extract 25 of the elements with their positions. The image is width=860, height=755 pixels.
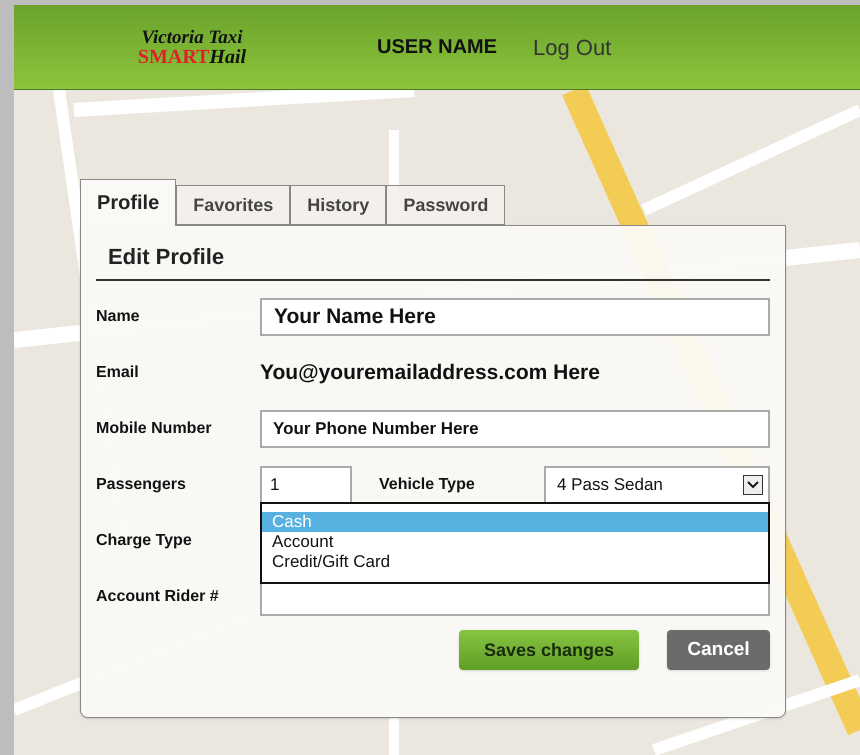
vehicle-type-select[interactable]: 4 Pass Sedan	[544, 466, 770, 504]
field-label: Account Rider #	[96, 587, 220, 607]
field-label: Passengers	[96, 475, 187, 495]
field-label: Charge Type	[96, 531, 193, 551]
tab[interactable]: Profile	[80, 179, 176, 226]
tab[interactable]: Favorites	[176, 185, 290, 225]
logo: Victoria Taxi SMARTHail	[136, 28, 248, 66]
field-label: Email	[96, 363, 140, 383]
caret-icon	[743, 475, 763, 495]
tab[interactable]: Password	[386, 185, 506, 225]
name-field[interactable]: Your Name Here	[260, 298, 770, 336]
dropdown-option[interactable]: Credit/Gift Card	[262, 552, 768, 572]
user-name: USER NAME	[377, 35, 498, 60]
passengers-field[interactable]: 1	[260, 466, 352, 504]
tab[interactable]: History	[290, 185, 386, 225]
field-label: Name	[96, 307, 141, 327]
mobile-field[interactable]: Your Phone Number Here	[260, 410, 770, 448]
save-button[interactable]: Saves changes	[459, 630, 639, 670]
field-label: Vehicle Type	[379, 476, 475, 493]
cancel-button[interactable]: Cancel	[667, 630, 770, 670]
field-label: Mobile Number	[96, 419, 213, 439]
logout-link[interactable]: Log Out	[533, 30, 612, 64]
email-value: You@youremailaddress.com Here	[260, 360, 601, 386]
panel-title: Edit Profile	[107, 243, 226, 271]
dropdown-option[interactable]: Account	[262, 532, 768, 552]
